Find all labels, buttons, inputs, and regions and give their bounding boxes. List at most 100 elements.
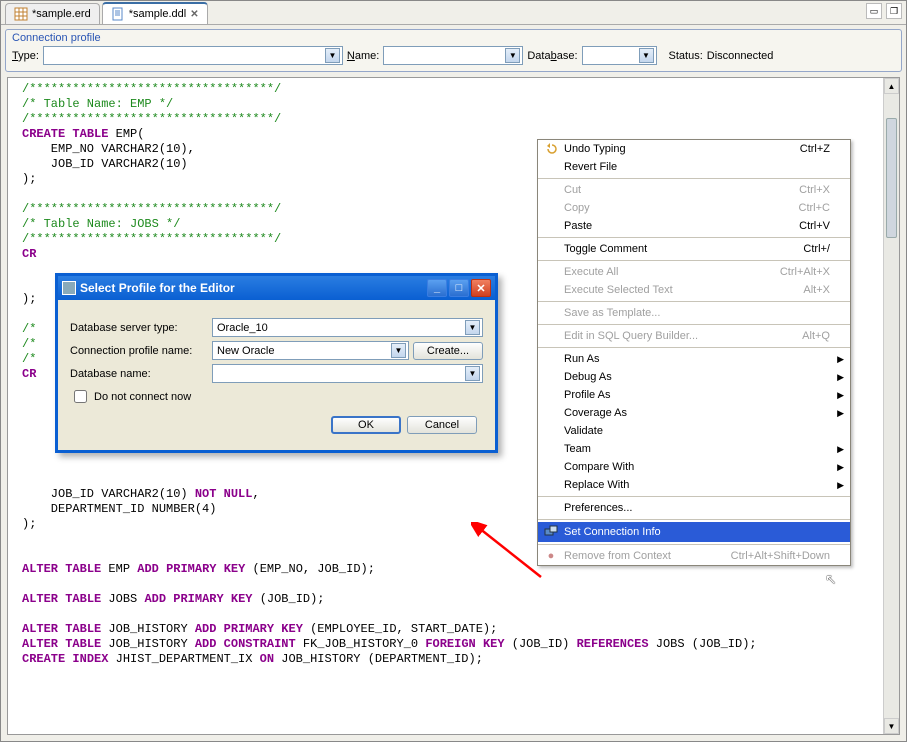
menu-item-toggle-comment[interactable]: Toggle Comment Ctrl+/: [538, 240, 850, 258]
menu-item-label: Preferences...: [560, 502, 844, 514]
maximize-button[interactable]: □: [449, 279, 469, 297]
menu-item-save-as-template: Save as Template...: [538, 304, 850, 322]
chevron-down-icon: ▼: [505, 48, 520, 63]
menu-item-label: Run As: [560, 353, 837, 365]
database-label: Database:: [527, 50, 577, 62]
do-not-connect-label: Do not connect now: [94, 391, 191, 403]
menu-item-label: Set Connection Info: [560, 526, 844, 538]
server-type-value: Oracle_10: [217, 322, 268, 334]
name-label: Name:: [347, 50, 379, 62]
type-label: Type:: [12, 50, 39, 62]
chevron-down-icon: ▼: [325, 48, 340, 63]
menu-separator: [538, 178, 850, 179]
menu-item-preferences[interactable]: Preferences...: [538, 499, 850, 517]
close-button[interactable]: ✕: [471, 279, 491, 297]
menu-item-label: Save as Template...: [560, 307, 844, 319]
server-type-combo[interactable]: Oracle_10 ▼: [212, 318, 483, 337]
profile-name-combo[interactable]: New Oracle ▼: [212, 341, 409, 360]
menu-separator: [538, 237, 850, 238]
context-menu: Undo Typing Ctrl+Z Revert File Cut Ctrl+…: [537, 139, 851, 566]
menu-separator: [538, 347, 850, 348]
cancel-button[interactable]: Cancel: [407, 416, 477, 434]
menu-item-label: Profile As: [560, 389, 837, 401]
menu-item-execute-all: Execute All Ctrl+Alt+X: [538, 263, 850, 281]
connection-profile-title: Connection profile: [12, 32, 895, 46]
tab-sample-erd[interactable]: *sample.erd: [5, 3, 100, 24]
status-label: Status:: [669, 50, 703, 62]
menu-item-label: Team: [560, 443, 837, 455]
create-button[interactable]: Create...: [413, 342, 483, 360]
eclipse-icon: [62, 281, 76, 295]
type-combo[interactable]: ▼: [43, 46, 343, 65]
scroll-up-icon[interactable]: ▲: [884, 78, 899, 94]
menu-separator: [538, 301, 850, 302]
menu-separator: [538, 496, 850, 497]
menu-item-label: Copy: [560, 202, 799, 214]
menu-item-run-as[interactable]: Run As ▶: [538, 350, 850, 368]
menu-separator: [538, 260, 850, 261]
menu-item-validate[interactable]: Validate: [538, 422, 850, 440]
do-not-connect-checkbox[interactable]: [74, 390, 87, 403]
dialog-title: Select Profile for the Editor: [80, 281, 235, 295]
menu-item-undo-typing[interactable]: Undo Typing Ctrl+Z: [538, 140, 850, 158]
scroll-thumb[interactable]: [886, 118, 897, 238]
chevron-down-icon: ▼: [391, 343, 406, 358]
menu-item-paste[interactable]: Paste Ctrl+V: [538, 217, 850, 235]
menu-item-label: Execute All: [560, 266, 780, 278]
maximize-view-icon[interactable]: ❐: [886, 3, 902, 19]
menu-item-label: Replace With: [560, 479, 837, 491]
menu-item-label: Cut: [560, 184, 799, 196]
menu-item-team[interactable]: Team ▶: [538, 440, 850, 458]
menu-item-cut: Cut Ctrl+X: [538, 181, 850, 199]
menu-item-revert-file[interactable]: Revert File: [538, 158, 850, 176]
menu-item-label: Execute Selected Text: [560, 284, 803, 296]
scroll-down-icon[interactable]: ▼: [884, 718, 899, 734]
menu-item-label: Remove from Context: [560, 550, 731, 562]
select-profile-dialog: Select Profile for the Editor _ □ ✕ Data…: [55, 273, 498, 453]
menu-item-label: Validate: [560, 425, 844, 437]
profile-name-value: New Oracle: [217, 345, 274, 357]
ok-button[interactable]: OK: [331, 416, 401, 434]
editor-tabs: *sample.erd *sample.ddl ✕ ▭ ❐: [1, 1, 906, 25]
database-name-label: Database name:: [70, 368, 212, 380]
minimize-button[interactable]: _: [427, 279, 447, 297]
server-type-label: Database server type:: [70, 322, 212, 334]
vertical-scrollbar[interactable]: ▲ ▼: [883, 78, 899, 734]
menu-item-label: Coverage As: [560, 407, 837, 419]
menu-item-label: Paste: [560, 220, 799, 232]
connection-profile-panel: Connection profile Type: ▼ Name: ▼ Datab…: [5, 29, 902, 72]
undo-icon: [542, 143, 560, 155]
menu-item-label: Revert File: [560, 161, 844, 173]
dialog-titlebar[interactable]: Select Profile for the Editor _ □ ✕: [58, 276, 495, 300]
menu-item-execute-selected-text: Execute Selected Text Alt+X: [538, 281, 850, 299]
chevron-down-icon: ▼: [465, 320, 480, 335]
database-combo[interactable]: ▼: [582, 46, 657, 65]
tab-label: *sample.erd: [32, 8, 91, 20]
menu-item-compare-with[interactable]: Compare With ▶: [538, 458, 850, 476]
profile-name-label: Connection profile name:: [70, 345, 212, 357]
menu-item-coverage-as[interactable]: Coverage As ▶: [538, 404, 850, 422]
sql-file-icon: [111, 7, 125, 21]
database-name-combo[interactable]: ▼: [212, 364, 483, 383]
status-value: Disconnected: [707, 50, 774, 62]
menu-separator: [538, 519, 850, 520]
menu-item-label: Undo Typing: [560, 143, 800, 155]
grid-icon: [14, 7, 28, 21]
minimize-view-icon[interactable]: ▭: [866, 3, 882, 19]
menu-item-profile-as[interactable]: Profile As ▶: [538, 386, 850, 404]
name-combo[interactable]: ▼: [383, 46, 523, 65]
tab-sample-ddl[interactable]: *sample.ddl ✕: [102, 2, 208, 24]
menu-item-label: Compare With: [560, 461, 837, 473]
menu-item-label: Toggle Comment: [560, 243, 803, 255]
menu-separator: [538, 544, 850, 545]
menu-item-remove-from-context: ● Remove from Context Ctrl+Alt+Shift+Dow…: [538, 547, 850, 565]
chevron-down-icon: ▼: [639, 48, 654, 63]
menu-item-label: Debug As: [560, 371, 837, 383]
menu-item-replace-with[interactable]: Replace With ▶: [538, 476, 850, 494]
menu-item-set-connection-info[interactable]: Set Connection Info: [538, 522, 850, 542]
menu-item-debug-as[interactable]: Debug As ▶: [538, 368, 850, 386]
menu-item-edit-in-sql-query-builder: Edit in SQL Query Builder... Alt+Q: [538, 327, 850, 345]
tab-label: *sample.ddl: [129, 8, 186, 20]
close-icon[interactable]: ✕: [190, 9, 198, 20]
menu-item-copy: Copy Ctrl+C: [538, 199, 850, 217]
